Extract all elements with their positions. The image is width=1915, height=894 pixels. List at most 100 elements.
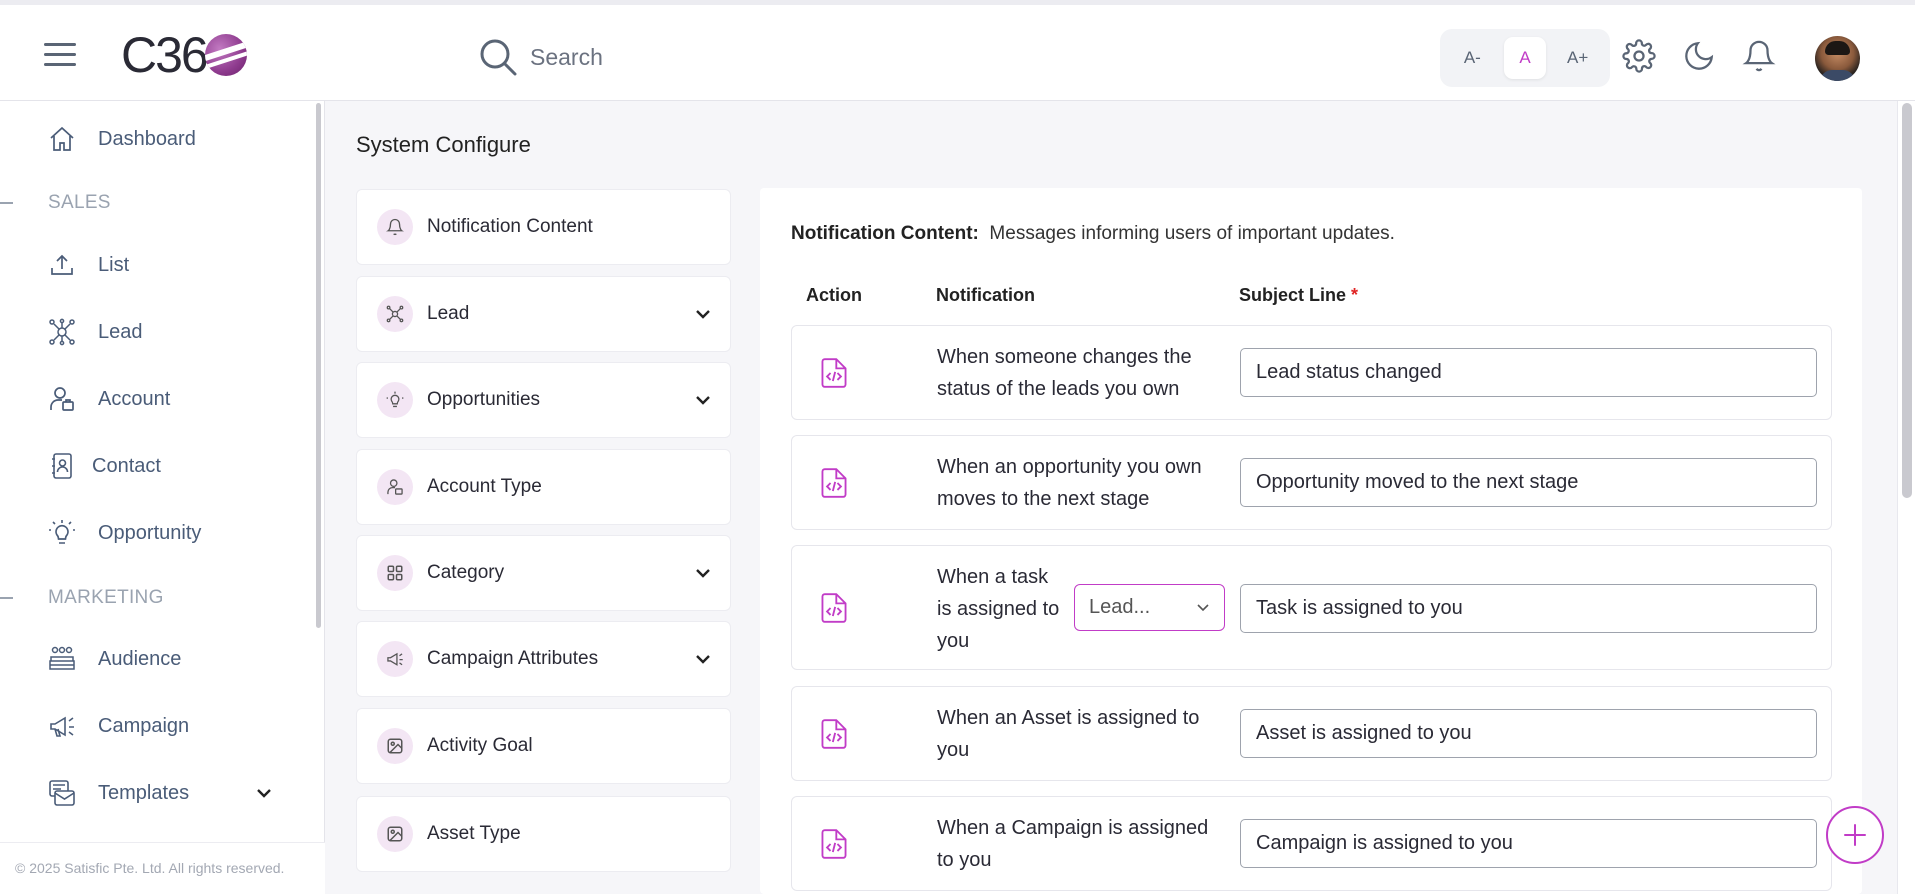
chevron-down-icon[interactable]: [255, 786, 273, 800]
footer-copyright: © 2025 Satisfic Pte. Ltd. All rights res…: [0, 842, 325, 894]
sidebar-item-lead[interactable]: Lead: [48, 318, 143, 346]
section-sales: SALES: [0, 192, 111, 214]
gear-icon[interactable]: [1622, 39, 1656, 73]
subject-line-input[interactable]: [1240, 709, 1817, 758]
notification-content-panel: Notification Content: Messages informing…: [760, 188, 1862, 894]
audience-icon: [49, 646, 75, 670]
grid-icon: [387, 565, 403, 581]
section-marketing: MARKETING: [0, 587, 164, 609]
chevron-down-icon[interactable]: [694, 307, 712, 321]
subject-line-input[interactable]: [1240, 348, 1817, 397]
code-file-icon[interactable]: [820, 593, 848, 623]
bulb-icon: [49, 520, 75, 544]
main-scrollbar[interactable]: [1897, 101, 1915, 894]
avatar[interactable]: [1815, 36, 1860, 81]
contact-icon: [52, 453, 72, 479]
sidebar: Dashboard SALES List Lead Account Contac…: [0, 101, 325, 894]
network-icon: [386, 305, 404, 323]
logo[interactable]: C36: [121, 27, 247, 83]
chevron-down-icon[interactable]: [694, 566, 712, 580]
megaphone-icon: [50, 716, 74, 737]
config-menu-asset-type[interactable]: Asset Type: [356, 796, 731, 872]
panel-heading-title: Notification Content:: [791, 223, 979, 244]
menu-label: Notification Content: [427, 216, 593, 237]
menu-label: Opportunities: [427, 389, 541, 410]
menu-icon-badge: [377, 382, 413, 418]
plus-icon: [1844, 824, 1866, 846]
megaphone-icon: [387, 652, 403, 666]
menu-icon[interactable]: [44, 43, 76, 67]
sidebar-item-templates[interactable]: Templates: [48, 779, 273, 807]
table-row: When an opportunity you own moves to the …: [791, 435, 1832, 530]
scrollbar-thumb[interactable]: [1902, 103, 1912, 498]
column-header-action: Action: [806, 285, 862, 305]
notification-description: When a task is assigned to you: [937, 566, 1060, 652]
font-decrease-button[interactable]: A-: [1451, 37, 1493, 79]
subject-line-input[interactable]: [1240, 819, 1817, 868]
account-icon: [387, 479, 403, 495]
subject-line-input[interactable]: [1240, 584, 1817, 633]
column-header-subject: Subject Line *: [1239, 285, 1358, 306]
menu-label: Asset Type: [427, 823, 521, 844]
menu-icon-badge: [377, 469, 413, 505]
logo-mark: [204, 34, 247, 76]
sidebar-item-contact[interactable]: Contact: [48, 452, 161, 480]
config-menu-category[interactable]: Category: [356, 535, 731, 611]
sidebar-item-label: Templates: [98, 781, 190, 804]
bell-icon: [386, 218, 404, 236]
sidebar-item-label: Audience: [98, 647, 182, 670]
code-file-icon[interactable]: [820, 829, 848, 859]
table-row: When a Campaign is assigned to you: [791, 796, 1832, 891]
sidebar-item-list[interactable]: List: [48, 251, 129, 279]
code-file-icon[interactable]: [820, 719, 848, 749]
subject-line-input[interactable]: [1240, 458, 1817, 507]
notification-description: When someone changes the status of the le…: [937, 346, 1192, 400]
sidebar-item-label: Contact: [92, 454, 161, 477]
font-size-switcher: A- A A+: [1440, 29, 1610, 87]
column-header-subject-label: Subject Line: [1239, 285, 1347, 305]
code-file-icon[interactable]: [820, 468, 848, 498]
image-icon: [387, 826, 403, 842]
sidebar-item-label: List: [98, 253, 130, 276]
sidebar-item-dashboard[interactable]: Dashboard: [48, 125, 196, 153]
menu-label: Account Type: [427, 476, 542, 497]
sidebar-item-opportunity[interactable]: Opportunity: [48, 519, 201, 547]
sidebar-item-campaign[interactable]: Campaign: [48, 712, 189, 740]
bell-icon[interactable]: [1742, 39, 1776, 73]
record-type-select[interactable]: Lead...: [1074, 584, 1225, 631]
sidebar-item-label: Dashboard: [98, 127, 196, 150]
sidebar-item-label: Opportunity: [98, 521, 202, 544]
menu-label: Category: [427, 562, 505, 583]
menu-label: Lead: [427, 303, 470, 324]
menu-label: Campaign Attributes: [427, 648, 599, 669]
sidebar-item-label: Lead: [98, 320, 143, 343]
sidebar-item-audience[interactable]: Audience: [48, 645, 181, 673]
add-button[interactable]: [1826, 806, 1884, 864]
config-menu-opportunities[interactable]: Opportunities: [356, 362, 731, 438]
required-mark: *: [1351, 285, 1359, 305]
code-file-icon[interactable]: [820, 358, 848, 388]
section-label: MARKETING: [48, 587, 164, 608]
moon-icon[interactable]: [1682, 39, 1716, 73]
config-menu-campaign-attributes[interactable]: Campaign Attributes: [356, 621, 731, 697]
search-bar: [476, 35, 976, 79]
config-menu-lead[interactable]: Lead: [356, 276, 731, 352]
sidebar-item-account[interactable]: Account: [48, 385, 170, 413]
menu-icon-badge: [377, 816, 413, 852]
search-input[interactable]: [530, 43, 930, 71]
config-menu-account-type[interactable]: Account Type: [356, 449, 731, 525]
logo-text: C36: [121, 27, 209, 83]
menu-icon-badge: [377, 555, 413, 591]
chevron-down-icon[interactable]: [694, 652, 712, 666]
config-menu-activity-goal[interactable]: Activity Goal: [356, 708, 731, 784]
chevron-down-icon[interactable]: [694, 393, 712, 407]
table-row: When a task is assigned to you Lead...: [791, 545, 1832, 670]
font-increase-button[interactable]: A+: [1557, 37, 1599, 79]
upload-icon: [51, 254, 73, 275]
select-value: Lead...: [1089, 596, 1151, 618]
menu-icon-badge: [377, 296, 413, 332]
sidebar-scrollbar[interactable]: [316, 103, 321, 628]
config-menu-notification-content[interactable]: Notification Content: [356, 189, 731, 265]
menu-label: Activity Goal: [427, 735, 533, 756]
font-default-button[interactable]: A: [1503, 37, 1546, 79]
